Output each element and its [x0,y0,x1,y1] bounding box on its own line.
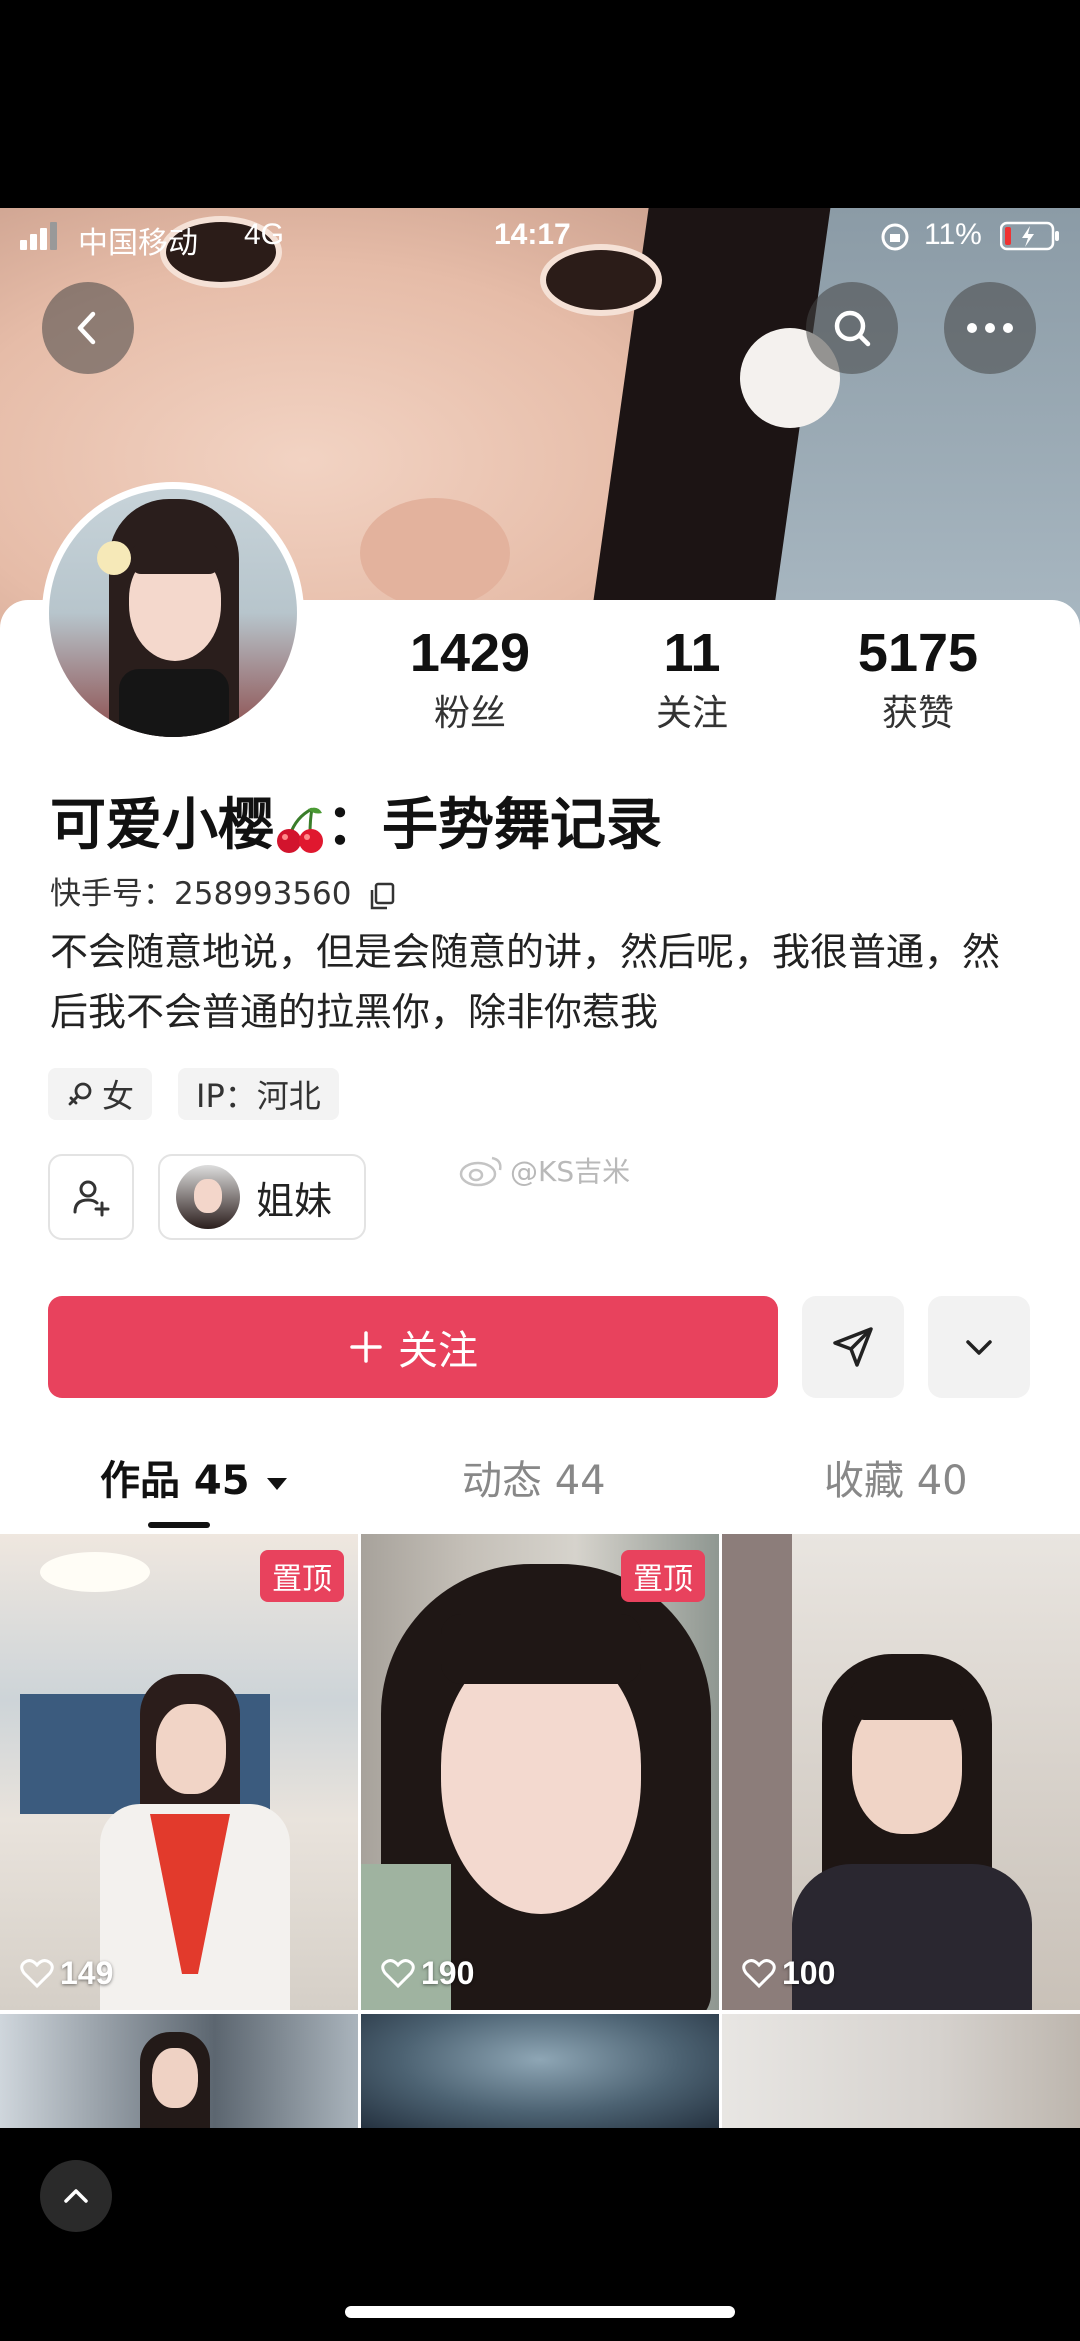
nickname-suffix: ：手势舞记录 [326,793,662,858]
video-thumbnail[interactable] [722,2014,1080,2128]
following-stat[interactable]: 11 关注 [602,622,782,736]
video-likes-count: 149 [60,1955,114,1991]
video-thumbnail[interactable] [361,2014,719,2128]
search-icon [834,310,871,347]
bio-text: 不会随意地说，但是会随意的讲，然后呢，我很普通，然后我不会普通的拉黑你，除非你惹… [50,930,1001,1034]
kuaishou-id: 快手号：258993560 [50,876,352,912]
nickname: 可爱小樱 ：手势舞记录 [50,780,662,861]
carrier-name: 中国移动 [78,227,198,260]
signal-icon [20,222,60,250]
send-icon [833,1327,873,1367]
relation-sisters-chip[interactable]: 姐妹 [158,1154,366,1240]
female-icon [68,1082,92,1106]
follow-button[interactable]: 关注 [48,1296,778,1398]
video-likes: 100 [742,1955,835,1992]
back-arrow-icon [77,311,96,345]
following-label: 关注 [655,693,728,734]
search-button[interactable] [806,282,898,374]
more-dots-icon [967,323,1013,333]
chevron-down-icon [966,1340,992,1355]
following-count: 11 [663,623,721,683]
clock: 14:17 [494,218,571,251]
back-button[interactable] [42,282,134,374]
video-thumbnail[interactable]: 100 [722,1534,1080,2010]
followers-count: 1429 [409,623,531,683]
heart-icon [381,1958,415,1988]
nickname-prefix: 可爱小樱 [50,793,274,858]
send-message-button[interactable] [802,1296,904,1398]
video-likes-count: 100 [782,1955,836,1991]
home-indicator[interactable] [345,2306,735,2318]
likes-stat[interactable]: 5175 获赞 [828,622,1008,736]
followers-stat[interactable]: 1429 粉丝 [380,622,560,736]
cherry-icon [274,804,326,854]
orientation-lock-icon [880,222,910,252]
heart-icon [20,1958,54,1988]
cover-nose [360,498,510,608]
likes-count: 5175 [857,623,979,683]
relation-label: 姐妹 [256,1178,333,1223]
network-type: 4G [244,218,285,251]
pinned-badge: 置顶 [621,1550,705,1602]
scroll-to-top-button[interactable] [40,2160,112,2232]
cover-eye-right [540,244,662,316]
video-likes: 149 [20,1955,113,1992]
video-thumbnail[interactable]: 置顶 190 [361,1534,719,2010]
tab-works[interactable]: 作品 45 [100,1448,290,1506]
add-friend-button[interactable] [48,1154,134,1240]
video-likes: 190 [381,1955,474,1992]
plus-icon [350,1331,382,1363]
video-likes-count: 190 [421,1955,475,1991]
weibo-logo-icon [459,1156,502,1187]
caret-down-icon [266,1478,287,1490]
video-thumbnail[interactable] [0,2014,358,2128]
ip-tag: IP：河北 [178,1068,339,1120]
tab-active-indicator [148,1522,210,1528]
gender-tag-label: 女 [102,1077,135,1115]
video-thumbnail[interactable]: 置顶 149 [0,1534,358,2010]
tab-works-label: 作品 45 [100,1458,250,1504]
more-actions-dropdown[interactable] [928,1296,1030,1398]
pinned-badge: 置顶 [260,1550,344,1602]
battery-percent: 11% [924,218,982,251]
avatar[interactable] [42,482,304,744]
likes-label: 获赞 [881,693,954,734]
gender-tag: 女 [48,1068,153,1120]
relation-avatar [176,1165,240,1229]
tab-moments[interactable]: 动态 44 [462,1448,606,1506]
follow-label: 关注 [398,1328,478,1374]
top-black-band [0,0,1080,208]
kuaishou-id-row[interactable]: 快手号：258993560 [50,868,397,913]
heart-icon [742,1958,776,1988]
followers-label: 粉丝 [433,693,506,734]
battery-icon [999,220,1062,252]
copy-icon[interactable] [367,881,397,911]
avatar-image [49,489,297,737]
add-user-icon [73,1180,110,1217]
watermark-text: @KS吉米 [510,1155,631,1188]
chevron-up-icon [64,2189,88,2203]
tab-favorites[interactable]: 收藏 40 [824,1448,968,1506]
more-options-button[interactable] [944,282,1036,374]
watermark: @KS吉米 [458,1150,630,1190]
